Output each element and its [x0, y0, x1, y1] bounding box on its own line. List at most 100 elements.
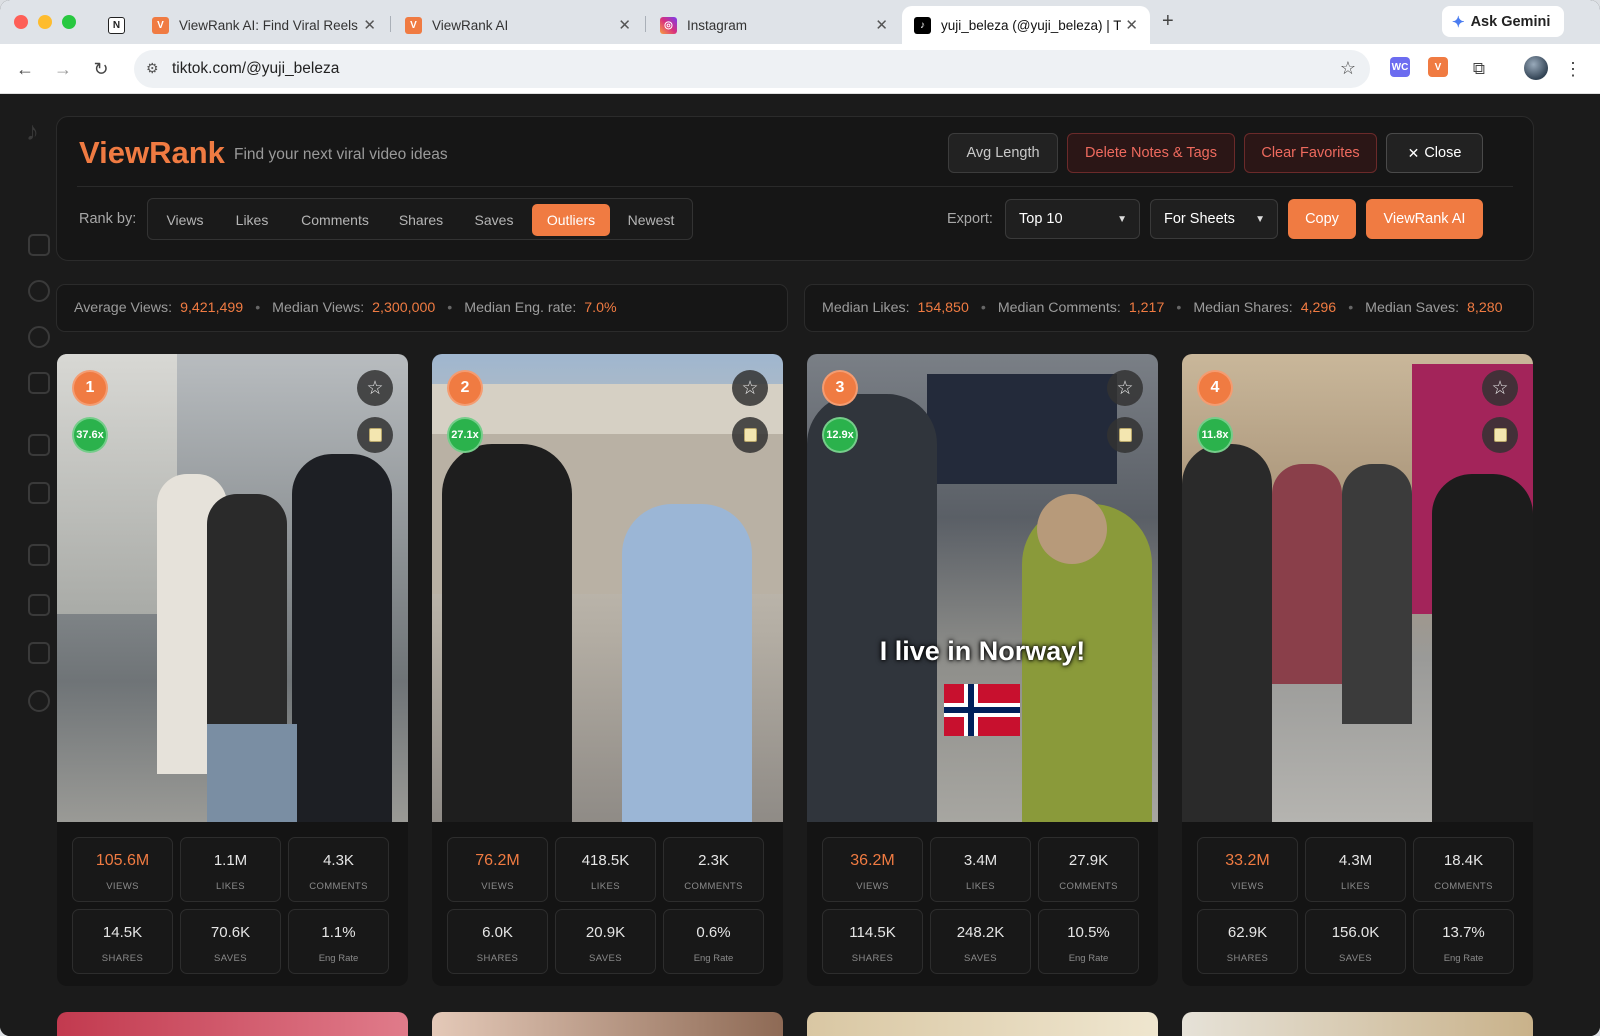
eng-rate-value: 10.5%	[1067, 924, 1110, 941]
chevron-down-icon: ▼	[1255, 213, 1265, 225]
reload-button[interactable]: ↻	[88, 56, 114, 82]
likes-value: 4.3M	[1338, 852, 1373, 869]
url-text[interactable]: tiktok.com/@yuji_beleza	[172, 60, 339, 78]
saves-label: SAVES	[214, 953, 247, 964]
rank-option-shares[interactable]: Shares	[386, 204, 456, 236]
video-thumbnail[interactable]	[432, 354, 783, 822]
rank-option-newest[interactable]: Newest	[614, 204, 688, 236]
video-card[interactable]: I live in Norway! 3 12.9x ☆ 36.2M VIEWS 3…	[807, 354, 1158, 986]
avg-length-button[interactable]: Avg Length	[948, 133, 1058, 173]
close-window-button[interactable]	[14, 15, 28, 29]
site-settings-icon[interactable]: ⚙	[146, 60, 159, 77]
home-icon	[28, 234, 50, 256]
clear-favorites-button[interactable]: Clear Favorites	[1244, 133, 1377, 173]
viewrank-ai-button[interactable]: ViewRank AI	[1366, 199, 1483, 239]
ask-gemini-button[interactable]: ✦ Ask Gemini	[1442, 6, 1564, 37]
minimize-window-button[interactable]	[38, 15, 52, 29]
viewrank-extension-icon[interactable]: V	[1428, 57, 1448, 77]
rank-option-views[interactable]: Views	[154, 204, 216, 236]
saves-label: SAVES	[964, 953, 997, 964]
avg-views-value: 9,421,499	[180, 300, 244, 316]
video-card[interactable]: 1 37.6x ☆ 105.6M VIEWS 1.1M LIKES 4.3K COMM…	[57, 354, 408, 986]
video-thumbnail-next-row[interactable]	[432, 1012, 783, 1036]
tab-tiktok-active[interactable]: ♪ yuji_beleza (@yuji_beleza) | T ✕	[902, 6, 1150, 44]
rank-option-saves[interactable]: Saves	[460, 204, 528, 236]
video-card[interactable]: 2 27.1x ☆ 76.2M VIEWS 418.5K LIKES 2.3K COM…	[432, 354, 783, 986]
views-value: 33.2M	[1225, 852, 1270, 869]
separator-dot: •	[447, 300, 453, 316]
video-thumbnail-next-row[interactable]	[807, 1012, 1158, 1036]
address-bar[interactable]: ⚙ tiktok.com/@yuji_beleza ☆	[134, 50, 1370, 88]
export-count-select[interactable]: Top 10 ▼	[1005, 199, 1140, 239]
rank-badge: 1	[72, 370, 108, 406]
new-tab-button[interactable]: +	[1162, 10, 1174, 33]
browser-menu-icon[interactable]: ⋮	[1560, 56, 1586, 82]
video-thumbnail[interactable]	[1182, 354, 1533, 822]
activity-icon	[28, 544, 50, 566]
maximize-window-button[interactable]	[62, 15, 76, 29]
export-count-value: Top 10	[1019, 211, 1063, 227]
video-thumbnail-next-row[interactable]	[57, 1012, 408, 1036]
median-comments-label: Median Comments:	[997, 300, 1121, 316]
close-button[interactable]: ✕ Close	[1386, 133, 1483, 173]
close-tab-icon[interactable]: ✕	[1125, 16, 1138, 34]
gemini-sparkle-icon: ✦	[1452, 13, 1465, 31]
copy-button[interactable]: Copy	[1288, 199, 1356, 239]
chevron-down-icon: ▼	[1117, 213, 1127, 225]
tab-notion-pinned[interactable]: N	[96, 6, 140, 44]
rank-option-comments[interactable]: Comments	[288, 204, 382, 236]
close-tab-icon[interactable]: ✕	[618, 16, 631, 34]
outlier-multiplier-badge: 27.1x	[447, 417, 483, 453]
profile-avatar[interactable]	[1524, 56, 1548, 80]
eng-rate-value: 1.1%	[321, 924, 356, 941]
likes-stat: 3.4M LIKES	[930, 837, 1031, 902]
back-button[interactable]: ←	[12, 56, 38, 82]
export-format-value: For Sheets	[1164, 211, 1235, 227]
favorite-star-icon[interactable]: ☆	[732, 370, 768, 406]
views-value: 36.2M	[850, 852, 895, 869]
median-saves-value: 8,280	[1467, 300, 1503, 316]
separator-dot: •	[255, 300, 261, 316]
likes-stat: 418.5K LIKES	[555, 837, 656, 902]
favorite-star-icon[interactable]: ☆	[357, 370, 393, 406]
comments-value: 27.9K	[1068, 852, 1109, 869]
bookmark-star-icon[interactable]: ☆	[1340, 58, 1356, 79]
video-card[interactable]: 4 11.8x ☆ 33.2M VIEWS 4.3M LIKES 18.4K COMM…	[1182, 354, 1533, 986]
comments-value: 4.3K	[323, 852, 354, 869]
video-thumbnail[interactable]	[807, 354, 1158, 822]
close-tab-icon[interactable]: ✕	[363, 16, 376, 34]
close-tab-icon[interactable]: ✕	[875, 16, 888, 34]
tab-instagram[interactable]: ◎ Instagram ✕	[648, 6, 900, 44]
tab-viewrank-ai[interactable]: V ViewRank AI ✕	[393, 6, 643, 44]
rank-option-outliers[interactable]: Outliers	[532, 204, 610, 236]
export-format-select[interactable]: For Sheets ▼	[1150, 199, 1278, 239]
extensions-puzzle-icon[interactable]: ⧉	[1466, 56, 1492, 82]
note-icon[interactable]	[357, 417, 393, 453]
likes-value: 3.4M	[963, 852, 998, 869]
saves-value: 20.9K	[585, 924, 626, 941]
video-thumbnail-next-row[interactable]	[1182, 1012, 1533, 1036]
delete-notes-tags-button[interactable]: Delete Notes & Tags	[1067, 133, 1235, 173]
forward-button[interactable]: →	[50, 56, 76, 82]
close-button-label: Close	[1424, 145, 1462, 161]
video-thumbnail[interactable]	[57, 354, 408, 822]
rank-option-likes[interactable]: Likes	[220, 204, 284, 236]
viewrank-icon: V	[152, 16, 169, 34]
favorite-star-icon[interactable]: ☆	[1107, 370, 1143, 406]
likes-label: LIKES	[966, 881, 995, 892]
views-stat: 105.6M VIEWS	[72, 837, 173, 902]
favorite-star-icon[interactable]: ☆	[1482, 370, 1518, 406]
views-stat: 33.2M VIEWS	[1197, 837, 1298, 902]
median-views-value: 2,300,000	[372, 300, 436, 316]
saves-value: 248.2K	[956, 924, 1005, 941]
wc-extension-icon[interactable]: WC	[1390, 57, 1410, 77]
note-icon[interactable]	[1482, 417, 1518, 453]
saves-stat: 70.6K SAVES	[180, 909, 281, 974]
comments-label: COMMENTS	[684, 881, 743, 892]
note-icon[interactable]	[1107, 417, 1143, 453]
tab-viewrank-reels[interactable]: V ViewRank AI: Find Viral Reels ✕	[140, 6, 388, 44]
median-views-label: Median Views:	[272, 300, 365, 316]
note-icon[interactable]	[732, 417, 768, 453]
browser-toolbar: ← → ↻ ⚙ tiktok.com/@yuji_beleza ☆ WC V ⧉…	[0, 44, 1600, 94]
export-label: Export:	[947, 211, 993, 227]
